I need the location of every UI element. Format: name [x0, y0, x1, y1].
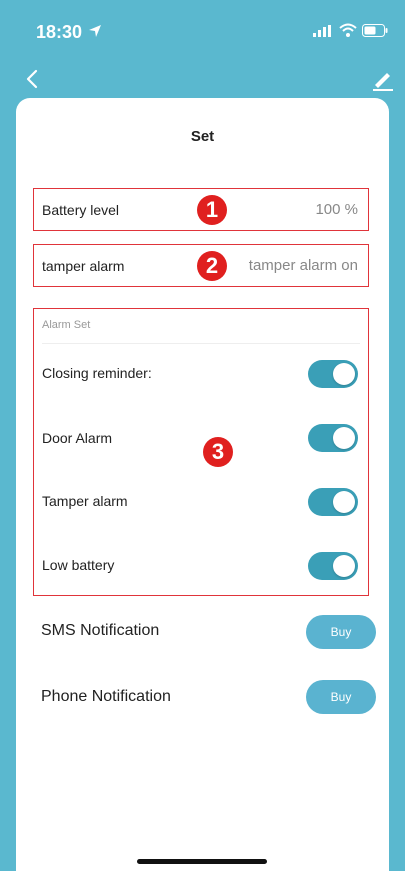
toggle-knob — [333, 491, 355, 513]
battery-level-row: Battery level 1 100 % — [33, 188, 369, 231]
nav-bar — [0, 60, 405, 98]
status-time: 18:30 — [36, 22, 83, 42]
alarm-set-section: Alarm Set 3 Closing reminder: Door Alarm… — [33, 308, 369, 596]
phone-notification-label: Phone Notification — [41, 688, 171, 705]
section-divider — [42, 343, 360, 344]
toggle-knob — [333, 555, 355, 577]
toggle-knob — [333, 427, 355, 449]
closing-reminder-label: Closing reminder: — [42, 365, 152, 381]
tamper-alarm-label: tamper alarm — [42, 258, 125, 274]
tamper-alarm-row: tamper alarm 2 tamper alarm on — [33, 244, 369, 287]
page-title: Set — [190, 128, 215, 145]
sms-notification-label: SMS Notification — [41, 622, 160, 639]
tamper-alarm-setting-label: Tamper alarm — [42, 493, 128, 509]
annotation-badge-1: 1 — [197, 195, 227, 225]
edit-icon[interactable] — [370, 66, 396, 92]
wifi-icon — [339, 23, 357, 37]
signal-icon — [313, 25, 331, 37]
tamper-alarm-value: tamper alarm on — [248, 257, 358, 274]
location-arrow-icon — [89, 25, 101, 37]
low-battery-toggle[interactable] — [308, 552, 358, 580]
battery-icon — [362, 24, 388, 37]
alarm-set-title: Alarm Set — [42, 319, 91, 331]
door-alarm-label: Door Alarm — [42, 430, 113, 446]
phone-buy-button[interactable]: Buy — [306, 680, 376, 714]
door-alarm-toggle[interactable] — [308, 424, 358, 452]
sms-buy-button[interactable]: Buy — [306, 615, 376, 649]
battery-level-label: Battery level — [42, 202, 120, 218]
battery-level-value: 100 % — [315, 201, 358, 218]
tamper-alarm-toggle[interactable] — [308, 488, 358, 516]
annotation-badge-2: 2 — [197, 251, 227, 281]
back-chevron-icon[interactable] — [20, 66, 46, 92]
home-indicator — [137, 859, 267, 864]
status-bar: 18:30 — [0, 0, 405, 60]
settings-card: Set Battery level 1 100 % tamper alarm 2… — [16, 98, 389, 871]
annotation-badge-3: 3 — [203, 437, 233, 467]
low-battery-label: Low battery — [42, 557, 115, 573]
toggle-knob — [333, 363, 355, 385]
closing-reminder-toggle[interactable] — [308, 360, 358, 388]
